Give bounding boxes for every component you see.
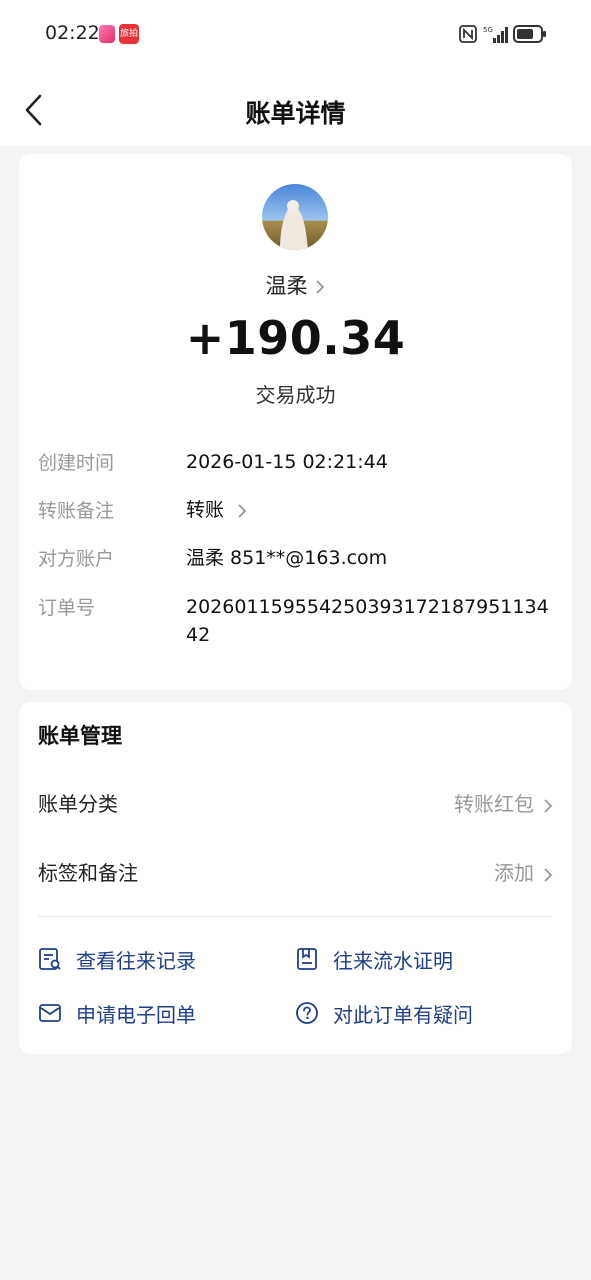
avatar[interactable] <box>262 184 328 250</box>
mail-icon <box>39 1004 61 1022</box>
statement-icon <box>297 948 317 970</box>
order-question-link[interactable]: 对此订单有疑问 <box>295 999 545 1029</box>
status-bar: 02:22 旅拍 5G <box>0 0 591 68</box>
transaction-status: 交易成功 <box>255 383 336 407</box>
counterparty-name-row[interactable]: 温柔 <box>19 270 572 300</box>
page-title: 账单详情 <box>245 99 346 128</box>
bill-category-row[interactable]: 账单分类 转账红包 <box>38 788 554 818</box>
detail-label: 转账备注 <box>38 500 115 522</box>
travel-app-icon: 旅拍 <box>119 24 139 44</box>
link-label: 查看往来记录 <box>76 949 196 973</box>
nfc-icon <box>459 25 477 43</box>
records-icon <box>39 948 61 970</box>
question-icon <box>296 1002 318 1024</box>
avatar-image <box>262 184 328 250</box>
row-label: 标签和备注 <box>38 861 138 885</box>
detail-label: 订单号 <box>38 597 96 619</box>
detail-value-wrap: 转账 <box>186 496 556 524</box>
detail-value: 20260115955425039317218795113442 <box>186 596 549 646</box>
row-value: 转账红包 <box>454 792 534 816</box>
detail-label: 对方账户 <box>38 548 115 570</box>
bill-management-card: 账单管理 账单分类 转账红包 标签和备注 添加 查看往来记录 往来流水证明 申请… <box>19 702 572 1054</box>
row-value: 添加 <box>494 861 534 885</box>
transaction-amount: +190.34 <box>185 311 406 365</box>
chevron-right-icon <box>544 867 553 882</box>
row-label: 账单分类 <box>38 792 118 816</box>
tags-notes-row[interactable]: 标签和备注 添加 <box>38 857 554 887</box>
view-records-link[interactable]: 查看往来记录 <box>38 945 268 975</box>
status-time: 02:22 <box>45 22 100 44</box>
divider <box>38 916 552 917</box>
chevron-right-icon <box>544 798 553 813</box>
detail-value: 转账 <box>186 499 225 521</box>
detail-value: 2026-01-15 02:21:44 <box>186 451 388 473</box>
link-label: 往来流水证明 <box>333 949 453 973</box>
statement-proof-link[interactable]: 往来流水证明 <box>295 945 545 975</box>
chevron-right-icon <box>315 280 324 294</box>
detail-value: 温柔 851**@163.com <box>186 547 388 569</box>
navigation-bar: 账单详情 <box>0 68 591 146</box>
link-label: 申请电子回单 <box>76 1003 196 1027</box>
battery-icon <box>513 25 546 43</box>
section-title: 账单管理 <box>38 724 122 748</box>
app-notification-icon <box>99 25 115 43</box>
row-value-wrap: 转账红包 <box>454 788 554 817</box>
link-label: 对此订单有疑问 <box>333 1003 473 1027</box>
row-value-wrap: 添加 <box>494 857 554 886</box>
network-label: 5G <box>483 26 493 34</box>
counterparty-name: 温柔 <box>265 274 308 298</box>
detail-label: 创建时间 <box>38 452 115 474</box>
chevron-right-icon <box>238 503 247 518</box>
apply-receipt-link[interactable]: 申请电子回单 <box>38 999 268 1029</box>
transaction-card: 温柔 +190.34 交易成功 创建时间 2026-01-15 02:21:44… <box>19 154 572 690</box>
signal-icon: 5G <box>483 26 508 43</box>
